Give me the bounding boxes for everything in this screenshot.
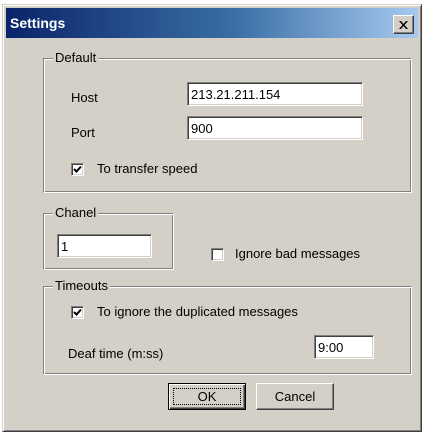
- ignore-bad-messages-label[interactable]: Ignore bad messages: [235, 246, 360, 262]
- port-label: Port: [71, 125, 95, 140]
- timeouts-group-legend: Timeouts: [53, 278, 110, 294]
- chanel-input-box[interactable]: [57, 234, 152, 258]
- close-icon: [399, 20, 408, 29]
- cancel-button-label: Cancel: [274, 389, 316, 404]
- checkmark-icon: [73, 308, 82, 316]
- host-input-box[interactable]: [187, 82, 363, 106]
- settings-dialog: Settings Default Host Port To transfer s…: [2, 4, 422, 432]
- ignore-bad-messages-checkbox[interactable]: [211, 248, 224, 261]
- title-bar[interactable]: Settings: [6, 8, 418, 38]
- host-input[interactable]: [188, 83, 362, 105]
- deaf-time-input-box[interactable]: [314, 335, 374, 359]
- focus-rectangle: [173, 388, 241, 405]
- chanel-group-legend: Chanel: [53, 205, 99, 221]
- transfer-speed-checkbox[interactable]: [71, 163, 84, 176]
- ok-button[interactable]: OK: [168, 383, 246, 410]
- transfer-speed-label[interactable]: To transfer speed: [97, 161, 197, 177]
- checkmark-icon: [73, 165, 82, 173]
- port-input[interactable]: [188, 117, 362, 139]
- default-group: Default Host Port To transfer speed: [43, 50, 412, 193]
- window-title: Settings: [10, 15, 66, 31]
- ignore-duplicated-label[interactable]: To ignore the duplicated messages: [97, 304, 298, 320]
- chanel-input[interactable]: [58, 235, 151, 257]
- cancel-button[interactable]: Cancel: [256, 383, 334, 410]
- ignore-duplicated-checkbox[interactable]: [71, 306, 84, 319]
- default-group-legend: Default: [53, 50, 99, 66]
- timeouts-group: Timeouts To ignore the duplicated messag…: [43, 278, 412, 375]
- port-input-box[interactable]: [187, 116, 363, 140]
- deaf-time-input[interactable]: [315, 336, 373, 358]
- deaf-time-label: Deaf time (m:ss): [68, 346, 164, 361]
- chanel-group: Chanel: [43, 205, 174, 270]
- close-button[interactable]: [393, 15, 414, 34]
- host-label: Host: [71, 90, 98, 105]
